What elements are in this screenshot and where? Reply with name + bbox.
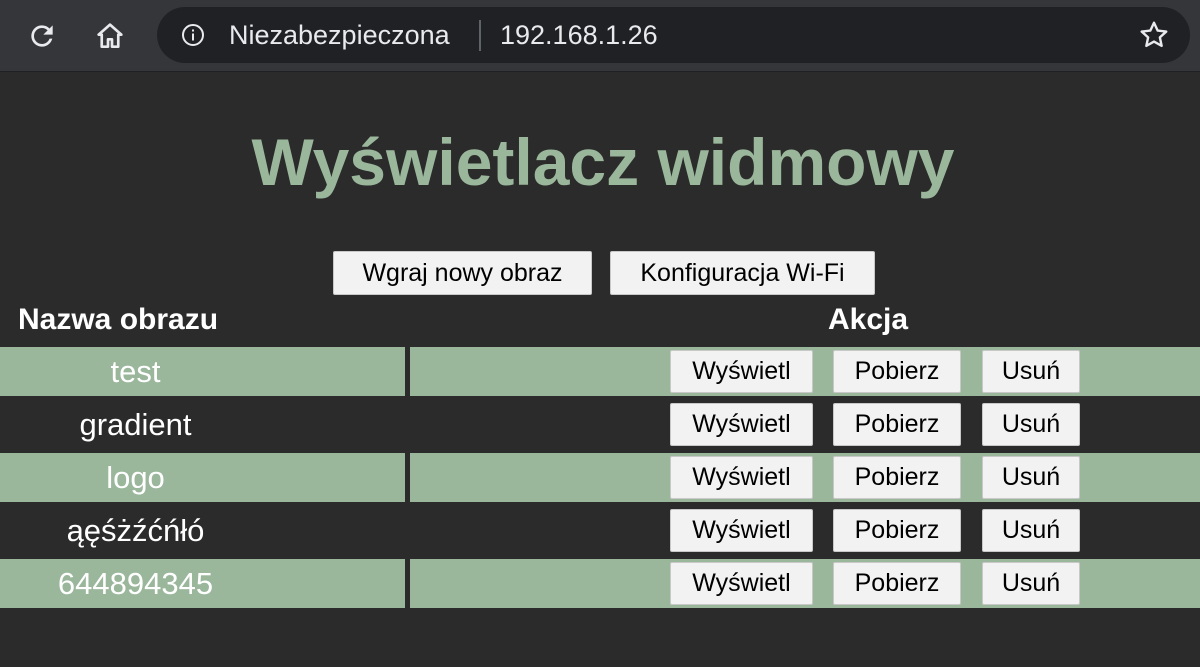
browser-toolbar: Niezabezpieczona 192.168.1.26 [0,0,1200,72]
column-divider [405,453,410,502]
table-row: gradient Wyświetl Pobierz Usuń [0,400,1200,449]
column-header-action: Akcja [828,303,909,336]
image-name: logo [106,460,165,495]
column-divider [405,347,410,396]
delete-button[interactable]: Usuń [982,350,1080,393]
column-divider [405,559,410,608]
table-row: ąęśżźćńłó Wyświetl Pobierz Usuń [0,506,1200,555]
image-name: test [110,354,161,389]
address-bar[interactable]: Niezabezpieczona 192.168.1.26 [157,7,1190,63]
page-title: Wyświetlacz widmowy [251,125,955,199]
show-button[interactable]: Wyświetl [670,562,813,605]
delete-button[interactable]: Usuń [982,403,1080,446]
home-icon [97,23,123,48]
reload-icon [31,25,53,47]
download-button[interactable]: Pobierz [833,456,961,499]
show-button[interactable]: Wyświetl [670,350,813,393]
delete-button[interactable]: Usuń [982,562,1080,605]
show-button[interactable]: Wyświetl [670,456,813,499]
image-name: gradient [79,407,192,442]
info-icon[interactable] [181,23,205,47]
column-header-name: Nazwa obrazu [18,303,219,336]
show-button[interactable]: Wyświetl [670,509,813,552]
image-name: ąęśżźćńłó [66,513,205,548]
download-button[interactable]: Pobierz [833,403,961,446]
url-text[interactable]: 192.168.1.26 [500,20,658,50]
image-name: 644894345 [57,566,214,601]
table-row: 644894345 Wyświetl Pobierz Usuń [0,559,1200,608]
delete-button[interactable]: Usuń [982,509,1080,552]
upload-image-button[interactable]: Wgraj nowy obraz [333,251,592,295]
show-button[interactable]: Wyświetl [670,403,813,446]
security-status-label[interactable]: Niezabezpieczona [229,20,450,50]
table-row: test Wyświetl Pobierz Usuń [0,347,1200,396]
delete-button[interactable]: Usuń [982,456,1080,499]
address-separator [479,20,481,51]
page-content: Wyświetlacz widmowy Wgraj nowy obraz Kon… [0,72,1200,667]
star-icon[interactable] [1138,19,1170,51]
download-button[interactable]: Pobierz [833,509,961,552]
wifi-config-button[interactable]: Konfiguracja Wi-Fi [610,251,875,295]
table-row: logo Wyświetl Pobierz Usuń [0,453,1200,502]
download-button[interactable]: Pobierz [833,562,961,605]
download-button[interactable]: Pobierz [833,350,961,393]
reload-button[interactable] [22,16,62,56]
home-button[interactable] [90,16,130,56]
